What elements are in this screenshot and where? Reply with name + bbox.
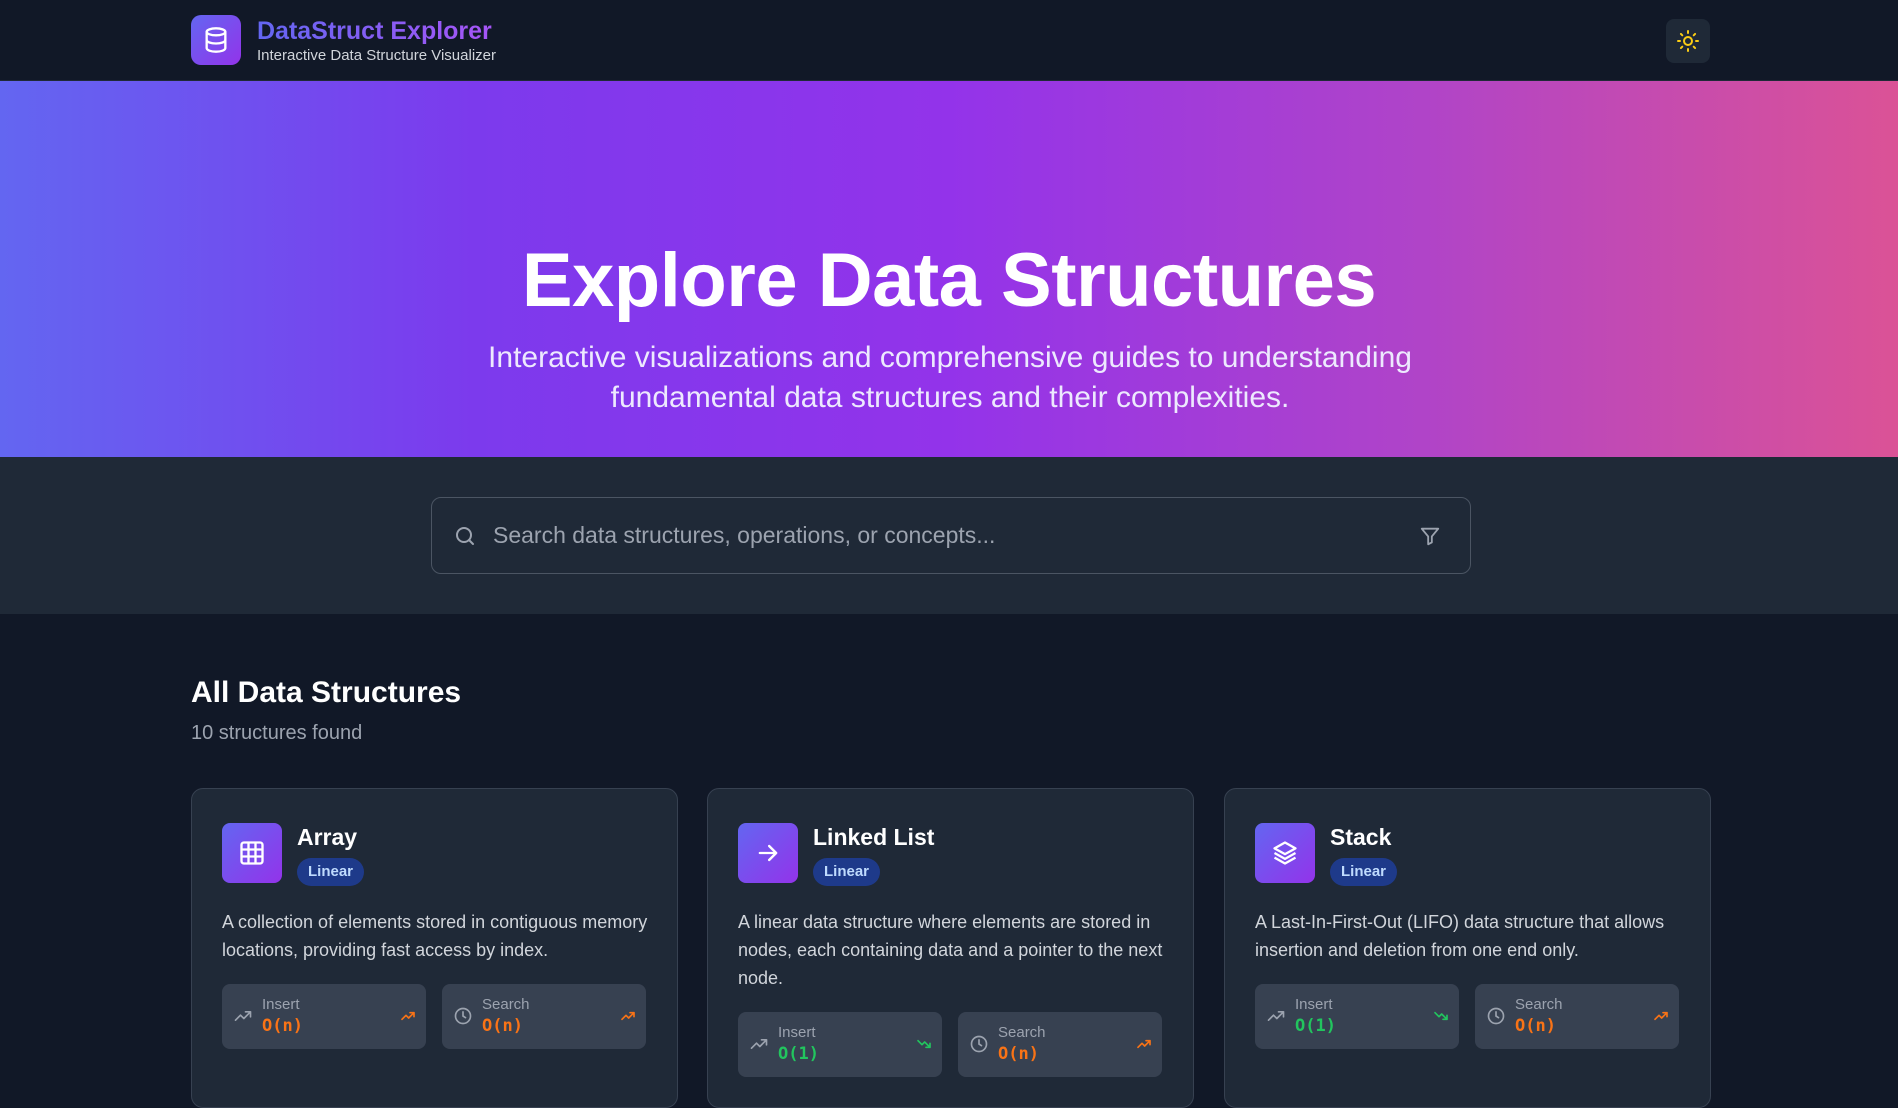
search-bar — [431, 497, 1471, 574]
op-label: Insert — [778, 1024, 816, 1041]
trend-up-icon — [1137, 1039, 1151, 1049]
clock-icon — [970, 1035, 988, 1053]
op-insert: Insert O(n) — [222, 984, 426, 1049]
op-search: Search O(n) — [442, 984, 646, 1049]
trending-up-icon — [750, 1039, 768, 1049]
sun-icon — [1677, 30, 1699, 52]
hero-title: Explore Data Structures — [521, 238, 1377, 323]
trend-up-icon — [621, 1011, 635, 1021]
op-label: Search — [998, 1024, 1046, 1041]
app-subtitle: Interactive Data Structure Visualizer — [257, 46, 496, 64]
trend-up-icon — [401, 1011, 415, 1021]
op-insert: Insert O(1) — [738, 1012, 942, 1077]
trending-up-icon — [1267, 1011, 1285, 1021]
layers-icon — [1255, 823, 1315, 883]
theme-toggle-button[interactable] — [1666, 19, 1710, 63]
trend-down-icon — [917, 1039, 931, 1049]
search-icon — [456, 526, 474, 545]
op-label: Insert — [262, 996, 300, 1013]
database-icon — [191, 15, 241, 65]
app-title: DataStruct Explorer — [257, 16, 496, 46]
op-complexity: O(n) — [1515, 1016, 1556, 1036]
card-description: A linear data structure where elements a… — [738, 912, 1163, 988]
op-label: Search — [482, 996, 530, 1013]
trend-up-icon — [1654, 1011, 1668, 1021]
op-search: Search O(n) — [958, 1012, 1162, 1077]
search-section — [0, 457, 1898, 614]
card-array[interactable]: Array Linear A collection of elements st… — [191, 788, 678, 1108]
hero-banner: Explore Data Structures Interactive visu… — [0, 81, 1898, 457]
category-badge: Linear — [1330, 858, 1398, 886]
card-title: Array — [297, 824, 358, 850]
category-badge: Linear — [813, 858, 881, 886]
filter-button[interactable] — [1416, 522, 1444, 550]
op-insert: Insert O(1) — [1255, 984, 1459, 1049]
trend-down-icon — [1434, 1011, 1448, 1021]
filter-icon — [1420, 527, 1440, 545]
results-count: 10 structures found — [191, 722, 363, 744]
card-description: A Last-In-First-Out (LIFO) data structur… — [1255, 912, 1665, 960]
grid-icon — [222, 823, 282, 883]
brand[interactable]: DataStruct Explorer Interactive Data Str… — [191, 15, 496, 65]
op-label: Search — [1515, 996, 1563, 1013]
op-search: Search O(n) — [1475, 984, 1679, 1049]
card-title: Linked List — [813, 824, 935, 850]
op-complexity: O(1) — [1295, 1016, 1336, 1036]
op-complexity: O(n) — [482, 1016, 523, 1036]
clock-icon — [454, 1007, 472, 1025]
op-complexity: O(1) — [778, 1044, 819, 1064]
card-linked-list[interactable]: Linked List Linear A linear data structu… — [707, 788, 1194, 1108]
top-navbar: DataStruct Explorer Interactive Data Str… — [0, 0, 1898, 81]
card-title: Stack — [1330, 824, 1392, 850]
card-description: A collection of elements stored in conti… — [222, 912, 648, 960]
arrow-right-icon — [738, 823, 798, 883]
hero-description: Interactive visualizations and comprehen… — [488, 341, 1412, 414]
card-stack[interactable]: Stack Linear A Last-In-First-Out (LIFO) … — [1224, 788, 1711, 1108]
op-complexity: O(n) — [262, 1016, 303, 1036]
op-label: Insert — [1295, 996, 1333, 1013]
clock-icon — [1487, 1007, 1505, 1025]
search-input[interactable] — [493, 515, 1416, 556]
trending-up-icon — [234, 1011, 252, 1021]
section-title: All Data Structures — [191, 676, 462, 709]
op-complexity: O(n) — [998, 1044, 1039, 1064]
category-badge: Linear — [297, 858, 365, 886]
